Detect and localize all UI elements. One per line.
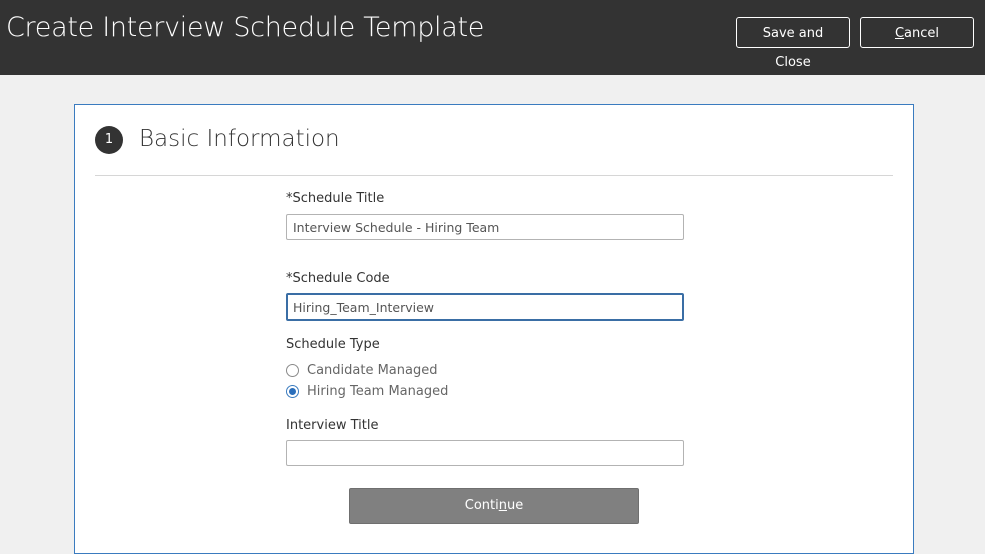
schedule-title-input[interactable] bbox=[286, 214, 684, 240]
schedule-code-label: *Schedule Code bbox=[286, 271, 390, 286]
basic-information-card: 1 Basic Information *Schedule Title *Sch… bbox=[74, 104, 914, 554]
continue-button[interactable]: Continue bbox=[349, 488, 639, 524]
save-and-close-button[interactable]: Save and Close bbox=[736, 17, 850, 70]
continue-mnemonic: n bbox=[498, 498, 507, 513]
cancel-label-post: ancel bbox=[904, 26, 940, 41]
schedule-title-label: *Schedule Title bbox=[286, 191, 384, 206]
schedule-title-label-text: Schedule Title bbox=[292, 191, 385, 206]
interview-title-input[interactable] bbox=[286, 440, 684, 466]
section-title: Basic Information bbox=[139, 126, 340, 152]
schedule-type-label: Schedule Type bbox=[286, 337, 380, 352]
radio-hiring-team-managed[interactable]: Hiring Team Managed bbox=[286, 382, 448, 400]
step-number-badge: 1 bbox=[95, 126, 123, 154]
radio-candidate-managed[interactable]: Candidate Managed bbox=[286, 361, 437, 379]
page-header: Create Interview Schedule Template Save … bbox=[0, 0, 985, 75]
radio-button-selected[interactable] bbox=[286, 384, 299, 398]
interview-title-label: Interview Title bbox=[286, 418, 379, 433]
section-divider bbox=[95, 175, 893, 176]
page-title: Create Interview Schedule Template bbox=[6, 12, 485, 43]
continue-label-post: ue bbox=[506, 498, 524, 513]
radio-label-candidate-managed: Candidate Managed bbox=[307, 362, 438, 378]
cancel-mnemonic: C bbox=[894, 26, 905, 41]
radio-button[interactable] bbox=[286, 363, 299, 377]
radio-label-hiring-team-managed: Hiring Team Managed bbox=[307, 383, 449, 399]
schedule-code-input[interactable] bbox=[286, 293, 684, 321]
cancel-button[interactable]: Cancel bbox=[860, 17, 974, 48]
schedule-code-label-text: Schedule Code bbox=[292, 271, 390, 286]
continue-label-pre: Conti bbox=[464, 498, 499, 513]
